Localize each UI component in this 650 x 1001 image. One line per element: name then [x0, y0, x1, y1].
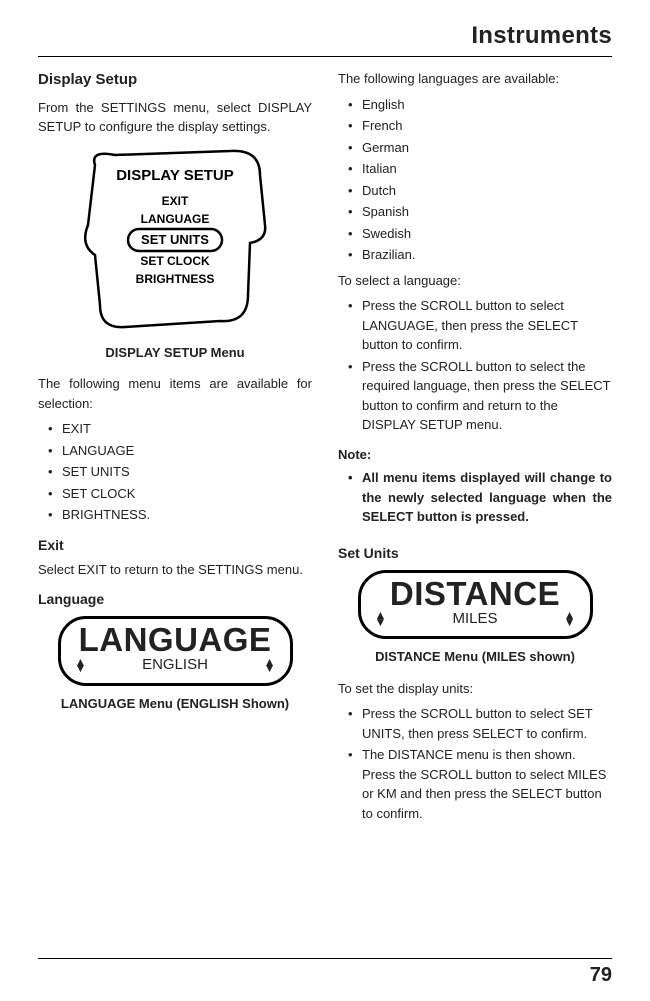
figure-language-menu: LANGUAGE ▲▼ ENGLISH ▲▼	[38, 616, 312, 686]
left-column: Display Setup From the SETTINGS menu, se…	[38, 69, 312, 829]
list-item: Swedish	[352, 224, 612, 244]
heading-set-units: Set Units	[338, 543, 612, 564]
list-item: Press the SCROLL button to select SET UN…	[352, 704, 612, 743]
fig-item-exit: EXIT	[162, 194, 189, 208]
exit-text: Select EXIT to return to the SETTINGS me…	[38, 560, 312, 580]
right-column: The following languages are available: E…	[338, 69, 612, 829]
set-units-intro: To set the display units:	[338, 679, 612, 699]
note-list: All menu items displayed will change to …	[338, 468, 612, 527]
caption-distance-menu: DISTANCE Menu (MILES shown)	[338, 647, 612, 667]
fig-item-set-units: SET UNITS	[141, 232, 209, 247]
list-item: BRIGHTNESS.	[52, 505, 312, 525]
list-item: Dutch	[352, 181, 612, 201]
caption-language-menu: LANGUAGE Menu (ENGLISH Shown)	[38, 694, 312, 714]
languages-list: English French German Italian Dutch Span…	[338, 95, 612, 265]
heading-language: Language	[38, 589, 312, 610]
list-item: SET CLOCK	[52, 484, 312, 504]
note-item: All menu items displayed will change to …	[352, 468, 612, 527]
note-heading: Note:	[338, 445, 612, 465]
list-item: Italian	[352, 159, 612, 179]
pill-small-label: ENGLISH	[142, 654, 208, 677]
up-down-arrows-icon: ▲▼	[564, 612, 576, 625]
list-item: English	[352, 95, 612, 115]
page-title: Instruments	[38, 22, 612, 50]
fig-item-language: LANGUAGE	[141, 212, 210, 226]
fig-title: DISPLAY SETUP	[116, 167, 234, 184]
menu-items-intro: The following menu items are available f…	[38, 374, 312, 413]
fig-item-brightness: BRIGHTNESS	[136, 272, 215, 286]
list-item: Press the SCROLL button to select LANGUA…	[352, 296, 612, 355]
pill-small-label: MILES	[452, 608, 497, 631]
list-item: Spanish	[352, 202, 612, 222]
list-item: SET UNITS	[52, 462, 312, 482]
list-item: The DISTANCE menu is then shown. Press t…	[352, 745, 612, 823]
select-language-steps: Press the SCROLL button to select LANGUA…	[338, 296, 612, 435]
heading-display-setup: Display Setup	[38, 69, 312, 92]
up-down-arrows-icon: ▲▼	[375, 612, 387, 625]
list-item: Press the SCROLL button to select the re…	[352, 357, 612, 435]
up-down-arrows-icon: ▲▼	[264, 659, 276, 672]
select-language-intro: To select a language:	[338, 271, 612, 291]
pill-big-label: LANGUAGE	[79, 623, 272, 656]
footer-rule	[38, 958, 612, 959]
heading-exit: Exit	[38, 535, 312, 556]
figure-display-setup: DISPLAY SETUP EXIT LANGUAGE SET UNITS SE…	[38, 145, 312, 335]
caption-display-setup: DISPLAY SETUP Menu	[38, 343, 312, 363]
set-units-steps: Press the SCROLL button to select SET UN…	[338, 704, 612, 823]
pill-big-label: DISTANCE	[390, 577, 560, 610]
list-item: LANGUAGE	[52, 441, 312, 461]
fig-item-set-clock: SET CLOCK	[140, 254, 210, 268]
list-item: French	[352, 116, 612, 136]
up-down-arrows-icon: ▲▼	[75, 659, 87, 672]
display-setup-intro: From the SETTINGS menu, select DISPLAY S…	[38, 98, 312, 137]
list-item: EXIT	[52, 419, 312, 439]
list-item: Brazilian.	[352, 245, 612, 265]
page-number: 79	[590, 964, 612, 987]
figure-distance-menu: DISTANCE ▲▼ MILES ▲▼	[338, 570, 612, 640]
title-rule	[38, 56, 612, 57]
menu-items-list: EXIT LANGUAGE SET UNITS SET CLOCK BRIGHT…	[38, 419, 312, 525]
languages-intro: The following languages are available:	[338, 69, 612, 89]
list-item: German	[352, 138, 612, 158]
